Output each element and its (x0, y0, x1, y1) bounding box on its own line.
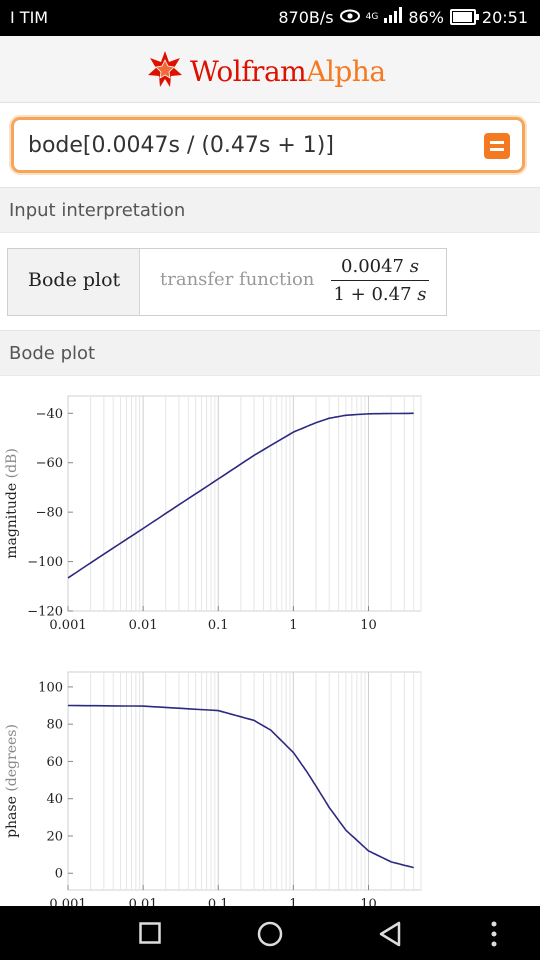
pod-title: Bode plot (9, 343, 96, 364)
y-axis-label-name: magnitude (4, 478, 20, 558)
x-tick-label: 10 (360, 897, 377, 906)
x-tick-label: 0.1 (208, 897, 229, 906)
x-tick-label: 0.001 (49, 618, 86, 633)
y-tick-label: −80 (36, 506, 63, 521)
equals-icon (490, 141, 504, 144)
bode-plot-image[interactable]: 0.001 0.01 0.1 1 10 −40 −60 −80 −100 −120 magnitud… (0, 376, 540, 912)
x-tick-label: 10 (360, 618, 377, 633)
pod-header-input-interpretation: Input interpretation (0, 187, 540, 233)
y-tick-label: −100 (27, 555, 63, 570)
network-speed: 870B/s (278, 7, 334, 27)
interpretation-label-cell: Bode plot (8, 249, 140, 315)
input-interpretation-table: Bode plot transfer function 0.0047 s 1 +… (7, 248, 447, 316)
y-axis-label-name: phase (4, 792, 20, 838)
x-tick-label: 0.01 (129, 618, 158, 633)
y-tick-label: 100 (38, 680, 63, 695)
pod-title: Input interpretation (9, 200, 186, 221)
y-tick-label: 60 (46, 755, 63, 770)
x-tick-label: 1 (289, 897, 297, 906)
app-header: WolframAlpha (0, 36, 540, 103)
search-input[interactable]: bode[0.0047s / (0.47s + 1)] (11, 117, 525, 173)
transfer-function-label: transfer function (160, 269, 315, 290)
y-tick-label: −40 (36, 407, 63, 422)
y-axis-label-unit: (dB) (4, 448, 20, 478)
eye-icon (339, 8, 360, 27)
fraction-denominator: 1 + 0.47 s (333, 284, 427, 305)
home-icon[interactable] (257, 921, 283, 951)
transfer-function-fraction: 0.0047 s 1 + 0.47 s (330, 256, 430, 305)
battery-percent: 86% (408, 7, 444, 27)
x-tick-label: 0.001 (49, 897, 86, 906)
y-tick-label: −60 (36, 456, 63, 471)
logo-text-alpha: Alpha (306, 54, 386, 88)
back-icon[interactable] (378, 921, 402, 951)
carrier-label: I TIM (10, 8, 49, 27)
y-tick-label: 20 (46, 829, 63, 844)
bode-plot-svg: 0.001 0.01 0.1 1 10−40−60−80−100−120magnitud… (4, 395, 422, 912)
x-tick-label: 1 (289, 618, 297, 633)
more-options-icon[interactable] (490, 921, 498, 951)
pod-header-bode-plot: Bode plot (0, 330, 540, 376)
signal-icon (384, 7, 403, 27)
y-axis-label: magnitude (dB) (4, 448, 20, 559)
y-tick-label: 80 (46, 718, 63, 733)
recents-icon[interactable] (139, 922, 161, 948)
x-tick-label: 0.01 (129, 897, 158, 906)
y-tick-label: 40 (46, 792, 63, 807)
logo-text-wolfram: Wolfram (190, 54, 307, 88)
wolfram-star-icon (146, 50, 184, 92)
android-navigation-bar (0, 906, 540, 960)
y-tick-label: 0 (55, 867, 63, 882)
y-axis-label: phase (degrees) (4, 724, 20, 838)
wolframalpha-logo[interactable]: WolframAlpha (146, 50, 386, 92)
network-type: 4G (365, 11, 379, 22)
status-bar: I TIM 870B/s 4G 86% 20:51 (0, 0, 540, 36)
compute-button[interactable] (484, 133, 510, 159)
y-tick-label: −120 (27, 605, 63, 620)
interpretation-label: Bode plot (28, 269, 121, 291)
battery-icon (449, 9, 479, 25)
status-icons: 870B/s 4G 86% 20:51 (278, 7, 528, 27)
x-tick-label: 0.1 (208, 618, 229, 633)
fraction-numerator: 0.0047 s (341, 256, 419, 277)
logo-wordmark: WolframAlpha (190, 55, 386, 88)
search-query-text[interactable]: bode[0.0047s / (0.47s + 1)] (28, 133, 334, 158)
y-axis-label-unit: (degrees) (4, 724, 20, 792)
clock: 20:51 (481, 7, 528, 27)
